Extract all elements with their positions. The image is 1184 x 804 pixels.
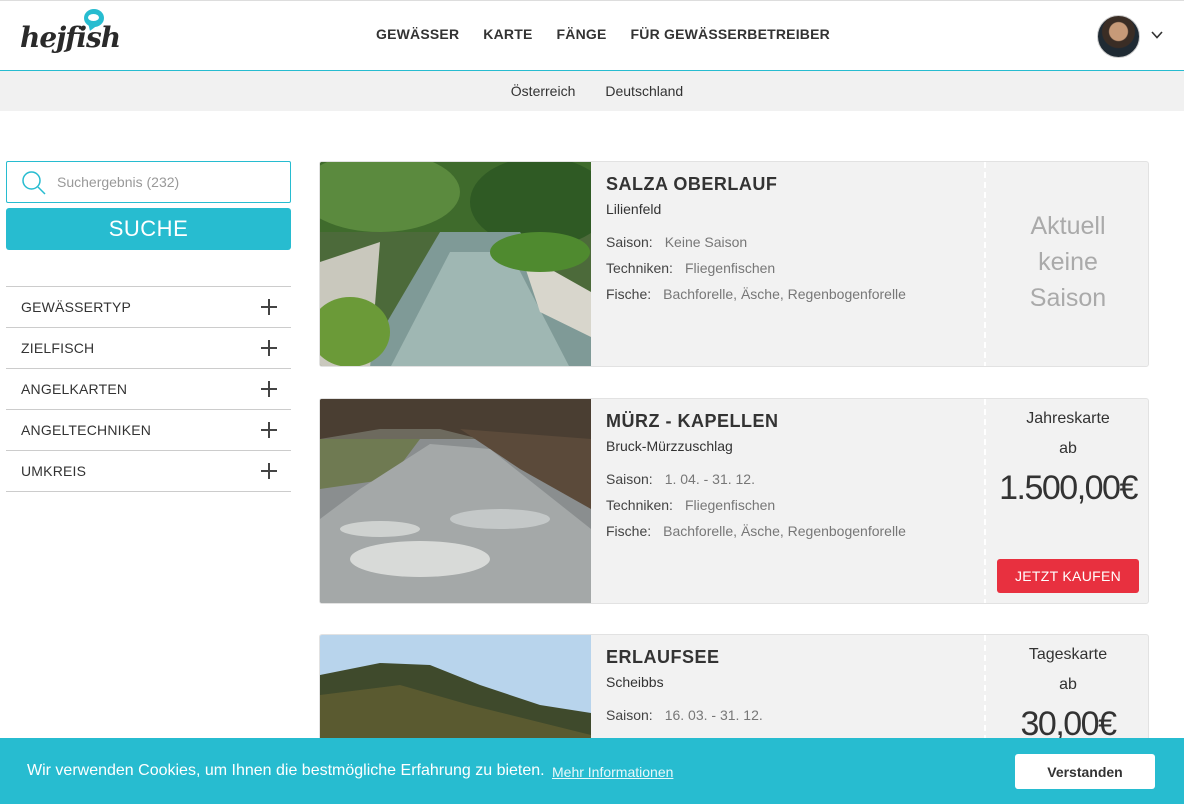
- listing-title[interactable]: MÜRZ - KAPELLEN: [606, 411, 986, 432]
- cookie-more-info-link[interactable]: Mehr Informationen: [552, 764, 673, 780]
- logo-wordmark: hejfish: [20, 21, 121, 54]
- techniken-value: Fliegenfischen: [684, 497, 776, 513]
- filter-umkreis[interactable]: UMKREIS: [6, 451, 291, 492]
- filter-angeltechniken[interactable]: ANGELTECHNIKEN: [6, 410, 291, 451]
- listing-price-panel: Aktuell keine Saison: [984, 162, 1148, 366]
- fische-value: Bachforelle, Äsche, Regenbogenforelle: [663, 286, 906, 302]
- fische-label: Fische:: [606, 523, 652, 539]
- nav-faenge[interactable]: FÄNGE: [557, 26, 607, 42]
- listing-location: Scheibbs: [606, 674, 664, 690]
- listing-saison-row: Saison: 16. 03. - 31. 12.: [606, 707, 986, 733]
- saison-label: Saison:: [606, 471, 653, 487]
- top-header: hejfish GEWÄSSER KARTE FÄNGE FÜR GEWÄSSE…: [0, 0, 1184, 71]
- filter-label: ANGELTECHNIKEN: [21, 422, 152, 438]
- listing-info: MÜRZ - KAPELLEN Bruck-Mürzzuschlag Saiso…: [606, 411, 986, 549]
- saison-label: Saison:: [606, 707, 653, 723]
- listing-techniken-row: Techniken: Fliegenfischen: [606, 260, 986, 286]
- listing-photo[interactable]: [320, 399, 591, 604]
- techniken-value: Fliegenfischen: [684, 260, 776, 276]
- saison-value: 1. 04. - 31. 12.: [664, 471, 755, 487]
- listing-location: Bruck-Mürzzuschlag: [606, 438, 733, 454]
- saison-value: Keine Saison: [664, 234, 748, 250]
- filter-list: GEWÄSSERTYP ZIELFISCH ANGELKARTEN ANGELT…: [6, 286, 291, 492]
- plus-icon[interactable]: [261, 340, 277, 356]
- listing-photo[interactable]: [320, 162, 591, 367]
- nav-karte[interactable]: KARTE: [483, 26, 532, 42]
- listing-card[interactable]: MÜRZ - KAPELLEN Bruck-Mürzzuschlag Saiso…: [319, 398, 1149, 604]
- country-subnav: Österreich Deutschland: [0, 71, 1184, 111]
- no-season-text: Aktuell keine Saison: [1029, 212, 1107, 312]
- fish-icon: [88, 14, 99, 21]
- techniken-label: Techniken:: [606, 260, 673, 276]
- filter-label: UMKREIS: [21, 463, 87, 479]
- filter-label: ANGELKARTEN: [21, 381, 128, 397]
- listing-saison-row: Saison: Keine Saison: [606, 234, 986, 260]
- listing-info: ERLAUFSEE Scheibbs Saison: 16. 03. - 31. …: [606, 647, 986, 733]
- search-icon: [22, 171, 46, 195]
- chevron-down-icon[interactable]: [1151, 29, 1163, 41]
- subnav-oesterreich[interactable]: Österreich: [511, 83, 576, 99]
- plus-icon[interactable]: [261, 463, 277, 479]
- main-nav: GEWÄSSER KARTE FÄNGE FÜR GEWÄSSERBETREIB…: [376, 26, 830, 42]
- listing-saison-row: Saison: 1. 04. - 31. 12.: [606, 471, 986, 497]
- listing-price-panel: Jahreskarte ab 1.500,00€ JETZT KAUFEN: [984, 399, 1148, 603]
- fische-label: Fische:: [606, 286, 652, 302]
- price-from-label: ab: [1059, 440, 1077, 457]
- user-avatar[interactable]: [1097, 15, 1140, 58]
- listing-title[interactable]: SALZA OBERLAUF: [606, 174, 986, 195]
- subnav-deutschland[interactable]: Deutschland: [605, 83, 683, 99]
- filter-zielfisch[interactable]: ZIELFISCH: [6, 328, 291, 369]
- listing-techniken-row: Techniken: Fliegenfischen: [606, 497, 986, 523]
- nav-gewaesserbetreiber[interactable]: FÜR GEWÄSSERBETREIBER: [631, 26, 830, 42]
- filter-angelkarten[interactable]: ANGELKARTEN: [6, 369, 291, 410]
- search-input[interactable]: [57, 172, 277, 192]
- filter-gewaessertyp[interactable]: GEWÄSSERTYP: [6, 287, 291, 328]
- techniken-label: Techniken:: [606, 497, 673, 513]
- saison-value: 16. 03. - 31. 12.: [664, 707, 763, 723]
- hejfish-logo[interactable]: hejfish: [20, 9, 121, 61]
- listing-title[interactable]: ERLAUFSEE: [606, 647, 986, 668]
- plus-icon[interactable]: [261, 422, 277, 438]
- filter-label: ZIELFISCH: [21, 340, 95, 356]
- plus-icon[interactable]: [261, 299, 277, 315]
- ticket-type: Jahreskarte: [1026, 410, 1110, 427]
- plus-icon[interactable]: [261, 381, 277, 397]
- search-field[interactable]: [6, 161, 291, 203]
- price-amount: 1.500,00€: [999, 469, 1138, 507]
- listing-fische-row: Fische: Bachforelle, Äsche, Regenbogenfor…: [606, 523, 986, 549]
- cookie-message: Wir verwenden Cookies, um Ihnen die best…: [27, 762, 545, 779]
- ticket-type: Tageskarte: [1028, 646, 1108, 663]
- listing-location: Lilienfeld: [606, 201, 662, 217]
- cookie-accept-button[interactable]: Verstanden: [1015, 754, 1155, 789]
- fische-value: Bachforelle, Äsche, Regenbogenforelle: [663, 523, 906, 539]
- price-from-label: ab: [1059, 676, 1077, 693]
- listing-fische-row: Fische: Bachforelle, Äsche, Regenbogenfor…: [606, 286, 986, 312]
- buy-now-button[interactable]: JETZT KAUFEN: [997, 559, 1139, 593]
- listing-info: SALZA OBERLAUF Lilienfeld Saison: Keine S…: [606, 174, 986, 312]
- cookie-banner: Wir verwenden Cookies, um Ihnen die best…: [0, 738, 1184, 804]
- listing-card[interactable]: SALZA OBERLAUF Lilienfeld Saison: Keine S…: [319, 161, 1149, 367]
- nav-gewaesser[interactable]: GEWÄSSER: [376, 26, 459, 42]
- saison-label: Saison:: [606, 234, 653, 250]
- search-button[interactable]: SUCHE: [6, 208, 291, 250]
- filter-label: GEWÄSSERTYP: [21, 299, 132, 315]
